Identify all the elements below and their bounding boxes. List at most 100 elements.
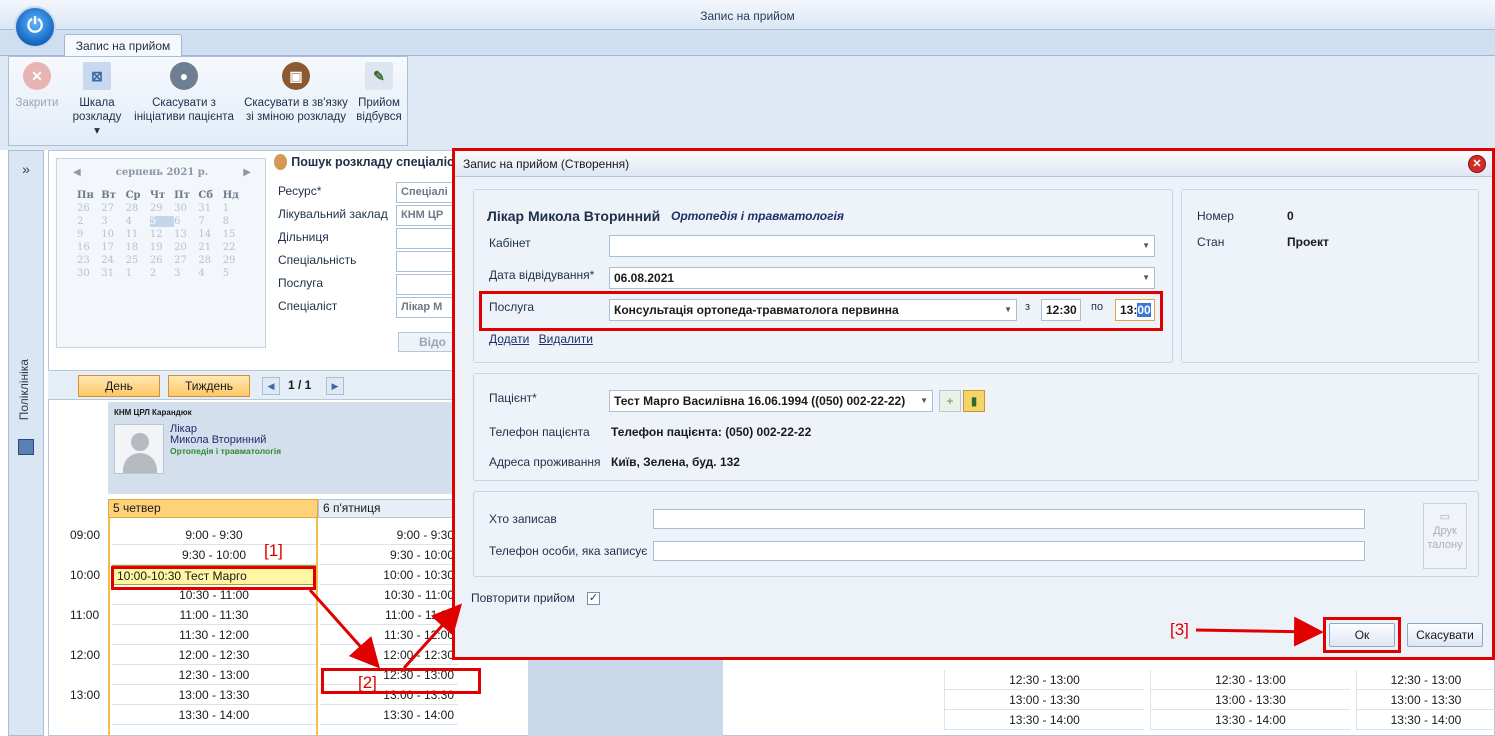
calendar-day[interactable]: 10 bbox=[101, 229, 125, 240]
time-slot[interactable]: 13:00 - 13:30 bbox=[112, 685, 316, 705]
calendar-day[interactable]: 5 bbox=[149, 216, 175, 227]
calendar-day[interactable]: 2 bbox=[77, 216, 101, 227]
expand-sidebar-icon[interactable]: » bbox=[9, 161, 43, 177]
calendar-day[interactable]: 26 bbox=[77, 203, 101, 214]
calendar-day[interactable]: 30 bbox=[77, 268, 101, 279]
day-header-thursday[interactable]: 5 четвер bbox=[108, 499, 318, 518]
time-slot[interactable]: 13:30 - 14:00 bbox=[1356, 710, 1495, 730]
calendar-day[interactable]: 25 bbox=[126, 255, 150, 266]
calendar-day[interactable]: 6 bbox=[174, 216, 198, 227]
calendar-day[interactable]: 31 bbox=[198, 203, 222, 214]
calendar-day[interactable]: 16 bbox=[77, 242, 101, 253]
calendar-day[interactable]: 27 bbox=[101, 203, 125, 214]
time-slot[interactable]: 12:30 - 13:00 bbox=[112, 665, 316, 685]
calendar-day[interactable]: 20 bbox=[174, 242, 198, 253]
search-field-input[interactable]: КНМ ЦР bbox=[396, 205, 456, 226]
calendar-day[interactable]: 11 bbox=[126, 229, 150, 240]
calendar-day[interactable]: 31 bbox=[101, 268, 125, 279]
patient-card-icon[interactable]: ▮ bbox=[963, 390, 985, 412]
calendar-day[interactable]: 24 bbox=[101, 255, 125, 266]
time-slot[interactable]: 13:00 - 13:30 bbox=[1150, 690, 1350, 710]
patient-select[interactable]: Тест Марго Василівна 16.06.1994 ((050) 0… bbox=[609, 390, 933, 412]
cancel-by-patient-button[interactable]: ● Скасувати з ініціативи пацієнта bbox=[128, 62, 240, 124]
next-month-icon[interactable]: ▶ bbox=[243, 167, 251, 178]
time-slot[interactable]: 13:30 - 14:00 bbox=[320, 705, 458, 725]
dialog-close-icon[interactable]: ✕ bbox=[1468, 155, 1486, 173]
find-button[interactable]: Відо bbox=[398, 332, 458, 352]
time-slot[interactable]: 12:30 - 13:00 bbox=[1356, 670, 1495, 690]
who-phone-input[interactable] bbox=[653, 541, 1365, 561]
calendar-day[interactable]: 21 bbox=[198, 242, 222, 253]
calendar-day[interactable]: 28 bbox=[126, 203, 150, 214]
date-select[interactable]: 06.08.2021 ▼ bbox=[609, 267, 1155, 289]
calendar-day[interactable]: 15 bbox=[223, 229, 247, 240]
calendar-day[interactable]: 13 bbox=[174, 229, 198, 240]
time-slot[interactable]: 12:00 - 12:30 bbox=[112, 645, 316, 665]
calendar-day[interactable]: 29 bbox=[223, 255, 247, 266]
calendar-day[interactable]: 28 bbox=[198, 255, 222, 266]
time-slot[interactable]: 11:30 - 12:00 bbox=[112, 625, 316, 645]
prev-month-icon[interactable]: ◀ bbox=[73, 167, 81, 178]
add-link[interactable]: Додати bbox=[489, 332, 529, 346]
next-page-icon[interactable]: ▶ bbox=[326, 377, 344, 395]
time-slot[interactable]: 11:30 - 12:00 bbox=[320, 625, 458, 645]
search-field-input[interactable]: Лікар М bbox=[396, 297, 456, 318]
time-slot[interactable]: 9:00 - 9:30 bbox=[320, 525, 458, 545]
calendar-day[interactable]: 30 bbox=[174, 203, 198, 214]
time-slot[interactable]: 13:00 - 13:30 bbox=[1356, 690, 1495, 710]
calendar-day[interactable]: 1 bbox=[126, 268, 150, 279]
schedule-scale-button[interactable]: ⊠ Шкала розкладу ▾ bbox=[70, 62, 124, 138]
calendar-day[interactable]: 7 bbox=[198, 216, 222, 227]
time-slot[interactable]: 12:30 - 13:00 bbox=[944, 670, 1144, 690]
search-field-input[interactable] bbox=[396, 228, 456, 249]
add-patient-icon[interactable]: + bbox=[939, 390, 961, 412]
app-menu-button[interactable]: ⏻ bbox=[14, 6, 56, 48]
time-slot[interactable]: 13:30 - 14:00 bbox=[112, 705, 316, 725]
ribbon-tab[interactable]: Запис на прийом bbox=[64, 34, 182, 57]
remove-link[interactable]: Видалити bbox=[539, 332, 593, 346]
who-input[interactable] bbox=[653, 509, 1365, 529]
day-view-button[interactable]: День bbox=[78, 375, 160, 397]
calendar-day[interactable]: 5 bbox=[223, 268, 247, 279]
calendar-day[interactable]: 4 bbox=[198, 268, 222, 279]
time-slot[interactable]: 12:30 - 13:00 bbox=[1150, 670, 1350, 690]
close-button[interactable]: ✕ Закрити bbox=[12, 62, 62, 110]
calendar-day[interactable]: 17 bbox=[101, 242, 125, 253]
search-field-input[interactable] bbox=[396, 251, 456, 272]
time-slot[interactable]: 13:30 - 14:00 bbox=[1150, 710, 1350, 730]
calendar-day[interactable]: 4 bbox=[126, 216, 150, 227]
calendar-day[interactable]: 23 bbox=[77, 255, 101, 266]
calendar-day[interactable]: 3 bbox=[101, 216, 125, 227]
time-slot[interactable]: 9:30 - 10:00 bbox=[320, 545, 458, 565]
time-slot[interactable]: 9:00 - 9:30 bbox=[112, 525, 316, 545]
visit-done-button[interactable]: ✎ Прийом відбувся bbox=[352, 62, 406, 124]
cancel-schedule-change-button[interactable]: ▣ Скасувати в зв'язку зі зміною розкладу bbox=[240, 62, 352, 124]
calendar-day[interactable]: 3 bbox=[174, 268, 198, 279]
time-from-input[interactable]: 12:30 bbox=[1041, 299, 1081, 321]
cancel-button[interactable]: Скасувати bbox=[1407, 623, 1483, 647]
calendar-day[interactable]: 9 bbox=[77, 229, 101, 240]
time-slot[interactable]: 12:00 - 12:30 bbox=[320, 645, 458, 665]
search-field-input[interactable] bbox=[396, 274, 456, 295]
calendar-day[interactable]: 29 bbox=[150, 203, 174, 214]
calendar-day[interactable]: 19 bbox=[150, 242, 174, 253]
section-polyclinic[interactable]: Поліклініка bbox=[17, 359, 31, 420]
time-slot[interactable]: 13:00 - 13:30 bbox=[944, 690, 1144, 710]
week-view-button[interactable]: Тиждень bbox=[168, 375, 250, 397]
service-select[interactable]: Консультація ортопеда-травматолога перви… bbox=[609, 299, 1017, 321]
print-ticket-button[interactable]: ▭ Друк талону bbox=[1423, 503, 1467, 569]
search-field-input[interactable]: Спеціалі bbox=[396, 182, 456, 203]
time-slot[interactable]: 11:00 - 11:30 bbox=[112, 605, 316, 625]
time-slot[interactable]: 13:30 - 14:00 bbox=[944, 710, 1144, 730]
calendar-day[interactable]: 8 bbox=[223, 216, 247, 227]
calendar-day[interactable]: 22 bbox=[223, 242, 247, 253]
cabinet-select[interactable]: ▼ bbox=[609, 235, 1155, 257]
calendar-day[interactable]: 2 bbox=[150, 268, 174, 279]
calendar-day[interactable]: 14 bbox=[198, 229, 222, 240]
day-header-friday[interactable]: 6 п'ятниця bbox=[318, 499, 458, 518]
prev-page-icon[interactable]: ◀ bbox=[262, 377, 280, 395]
calendar-day[interactable]: 27 bbox=[174, 255, 198, 266]
calendar-day[interactable]: 1 bbox=[223, 203, 247, 214]
time-slot[interactable]: 10:30 - 11:00 bbox=[320, 585, 458, 605]
time-slot[interactable]: 9:30 - 10:00 bbox=[112, 545, 316, 565]
